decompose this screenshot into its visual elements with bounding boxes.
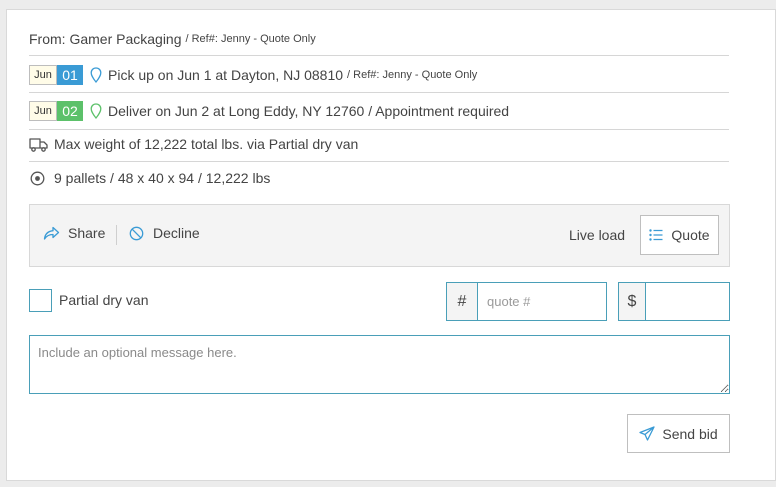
map-pin-icon — [90, 103, 102, 119]
pickup-date-badge: Jun 01 — [29, 65, 83, 85]
pallets-line: 9 pallets / 48 x 40 x 94 / 12,222 lbs — [29, 168, 729, 188]
send-icon — [639, 426, 656, 441]
equipment-checkbox[interactable] — [29, 289, 52, 312]
load-card: From: Gamer Packaging / Ref#: Jenny - Qu… — [6, 9, 776, 481]
bid-amount-input[interactable] — [645, 282, 730, 321]
divider — [29, 161, 729, 162]
action-bar: Share Decline Live load Quote — [29, 204, 730, 267]
divider — [29, 92, 729, 93]
message-textarea[interactable] — [29, 335, 730, 394]
divider — [29, 129, 729, 130]
target-icon — [30, 171, 45, 186]
decline-label: Decline — [153, 225, 200, 241]
equipment-label: Partial dry van — [59, 292, 149, 308]
quote-button[interactable]: Quote — [640, 215, 719, 255]
delivery-date-badge: Jun 02 — [29, 101, 83, 121]
pallets-text: 9 pallets / 48 x 40 x 94 / 12,222 lbs — [54, 170, 271, 186]
pickup-month: Jun — [29, 65, 57, 85]
pickup-line: Jun 01 Pick up on Jun 1 at Dayton, NJ 08… — [29, 64, 729, 86]
pickup-ref: / Ref#: Jenny - Quote Only — [347, 69, 478, 81]
divider — [116, 225, 117, 245]
truck-icon — [29, 137, 48, 152]
quote-label: Quote — [671, 227, 710, 243]
ref-label: / Ref#: Jenny - Quote Only — [185, 33, 316, 45]
delivery-text: Deliver on Jun 2 at Long Eddy, NY 12760 … — [108, 103, 510, 119]
send-bid-label: Send bid — [662, 425, 718, 442]
list-icon — [649, 229, 663, 241]
send-bid-button[interactable]: Send bid — [627, 414, 730, 453]
decline-button[interactable]: Decline — [129, 225, 200, 241]
pickup-text: Pick up on Jun 1 at Dayton, NJ 08810 — [108, 67, 344, 83]
delivery-day: 02 — [57, 101, 83, 121]
divider — [29, 55, 729, 56]
dollar-addon: $ — [618, 282, 645, 321]
from-label: From: Gamer Packaging — [29, 31, 182, 47]
weight-line: Max weight of 12,222 total lbs. via Part… — [29, 134, 729, 154]
share-label: Share — [68, 225, 106, 241]
delivery-line: Jun 02 Deliver on Jun 2 at Long Eddy, NY… — [29, 100, 729, 122]
ban-icon — [129, 226, 144, 241]
live-load-label: Live load — [569, 227, 626, 243]
pickup-day: 01 — [57, 65, 83, 85]
hash-addon: # — [446, 282, 477, 321]
quote-number-input[interactable] — [477, 282, 607, 321]
map-pin-icon — [90, 67, 102, 83]
weight-text: Max weight of 12,222 total lbs. via Part… — [54, 136, 359, 152]
share-icon — [43, 226, 60, 241]
share-button[interactable]: Share — [43, 225, 105, 241]
delivery-month: Jun — [29, 101, 57, 121]
from-line: From: Gamer Packaging / Ref#: Jenny - Qu… — [29, 29, 729, 49]
